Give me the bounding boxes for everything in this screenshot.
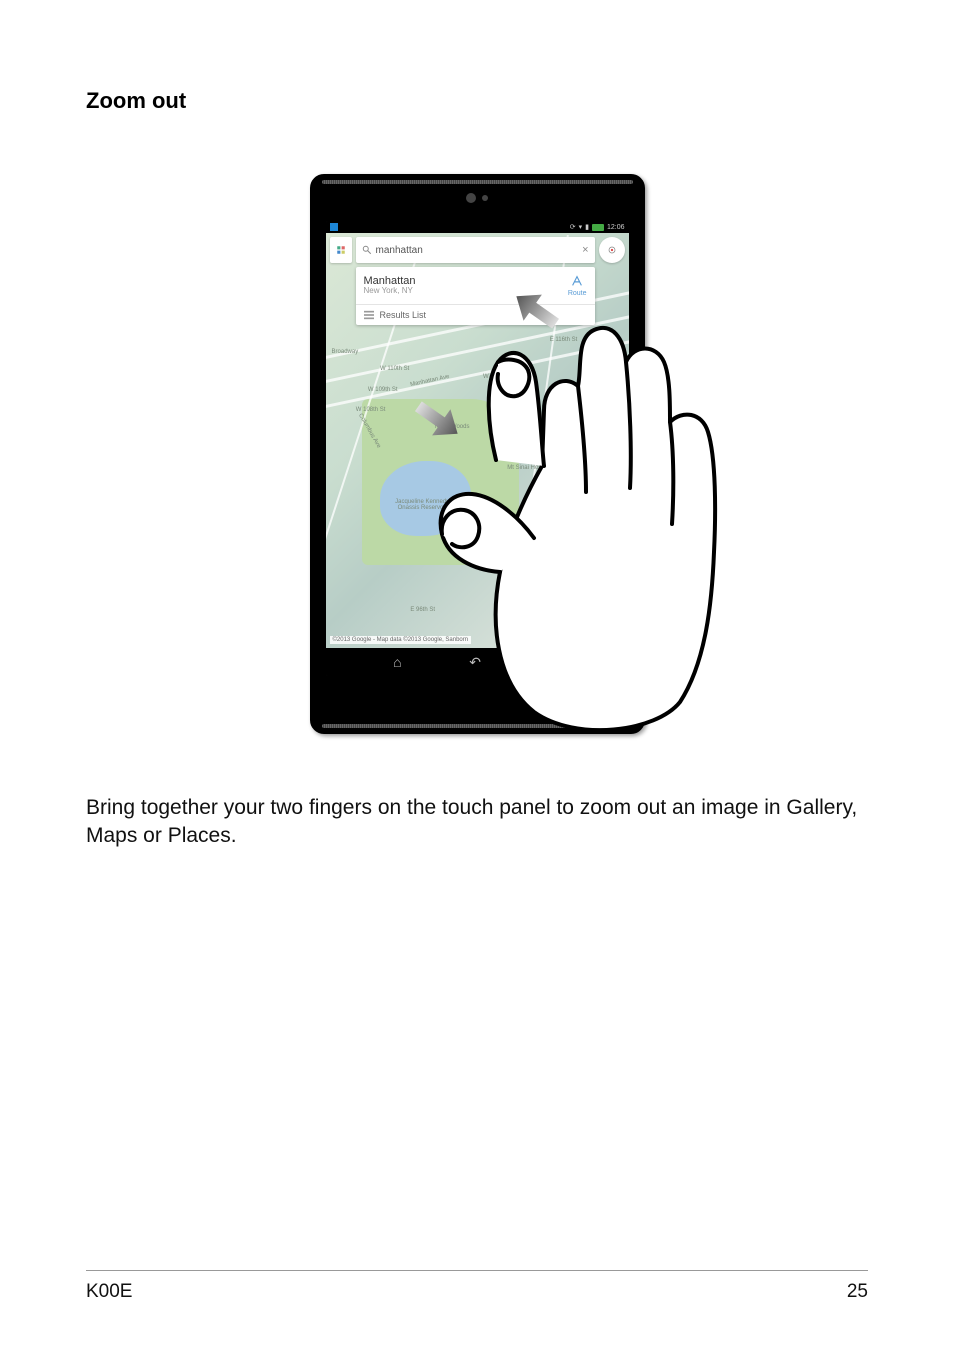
section-heading: Zoom out: [86, 88, 868, 114]
map-attribution: ©2013 Google - Map data ©2013 Google, Sa…: [330, 636, 472, 644]
list-icon: [364, 310, 374, 320]
system-nav-bar: ⌂ ↶ ⎔: [326, 648, 629, 676]
signal-icon: ▮: [585, 223, 589, 231]
route-button[interactable]: Route: [568, 274, 587, 297]
street-label: Broadway: [332, 349, 359, 355]
back-icon[interactable]: ↶: [469, 654, 481, 671]
document-page: Zoom out ⟳ ▾ ▮ 12:06: [0, 0, 954, 1357]
home-icon[interactable]: ⌂: [393, 654, 401, 670]
sync-icon: ⟳: [570, 223, 576, 231]
search-icon: [362, 245, 372, 255]
layers-button[interactable]: [330, 237, 352, 263]
poi-label: Mt Sinai Hospital: [507, 465, 552, 471]
battery-icon: [592, 224, 604, 231]
street-label: W 116th St: [483, 374, 512, 380]
street-label: W 110th St: [380, 366, 409, 372]
illustration-container: ⟳ ▾ ▮ 12:06: [86, 174, 868, 734]
search-input[interactable]: [376, 245, 579, 256]
footer-page-number: 25: [847, 1281, 868, 1303]
search-box[interactable]: ×: [356, 237, 595, 263]
result-subtitle: New York, NY: [364, 287, 416, 296]
wifi-icon: ▾: [579, 223, 583, 231]
body-text: Bring together your two fingers on the t…: [86, 794, 868, 851]
street-label: E 116th St: [550, 337, 578, 343]
crosshair-icon: [606, 244, 618, 256]
poi-label: Marcus Garvey Pk: [577, 374, 626, 380]
sensor-icon: [482, 195, 488, 201]
poi-label: Jacqueline Kennedy Onassis Reservoir: [392, 499, 452, 511]
page-footer: K00E 25: [86, 1270, 868, 1303]
camera-icon: [466, 193, 476, 203]
clear-search-icon[interactable]: ×: [582, 244, 588, 256]
status-time: 12:06: [607, 224, 625, 231]
footer-model: K00E: [86, 1281, 132, 1303]
route-icon: [570, 274, 584, 288]
layers-icon: [336, 245, 346, 255]
tablet-screen: ⟳ ▾ ▮ 12:06: [326, 221, 629, 676]
status-bar: ⟳ ▾ ▮ 12:06: [326, 221, 629, 233]
street-label: W 109th St: [368, 387, 398, 393]
tablet-illustration: ⟳ ▾ ▮ 12:06: [310, 174, 645, 734]
street-label: E 96th St: [410, 607, 435, 613]
recent-icon[interactable]: ⎔: [549, 654, 561, 671]
map-canvas[interactable]: W 110th St W 109th St W 108th St Broadwa…: [326, 233, 629, 648]
my-location-button[interactable]: [599, 237, 625, 263]
notification-icon: [330, 223, 338, 231]
